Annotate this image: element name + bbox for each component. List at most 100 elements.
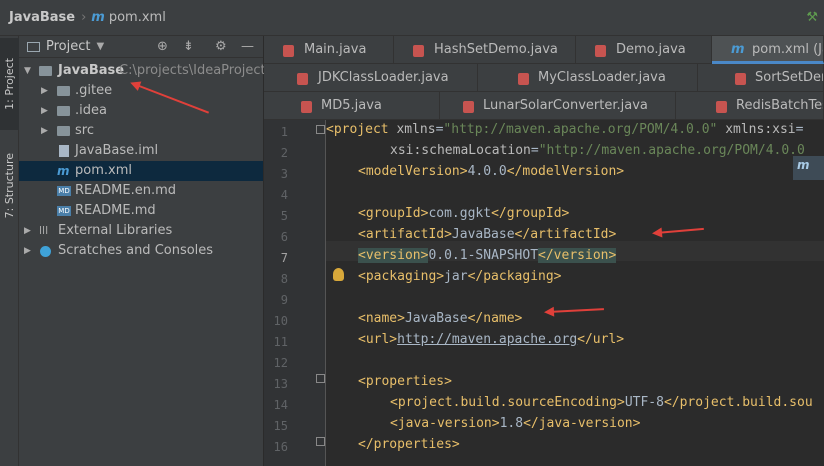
chevron-right-icon[interactable]: ▶ [24, 221, 31, 241]
code-line-14: <project.build.sourceEncoding>UTF-8</pro… [390, 395, 813, 410]
project-panel-toolbar: Project ▼ ⊕ ⇟ ⚙ — [19, 36, 263, 58]
fold-marker-icon[interactable] [316, 374, 325, 383]
breadcrumb-separator-icon: › [81, 10, 87, 25]
tree-item-label: src [75, 123, 94, 138]
tree-item-readme[interactable]: MD README.md [19, 201, 263, 221]
code-line-13: <properties> [358, 374, 452, 389]
chevron-down-icon[interactable]: ▼ [24, 61, 31, 81]
tab-md5-java[interactable]: MD5.java [264, 92, 440, 120]
line-number: 5 [280, 209, 288, 223]
code-token: 0.0.1-SNAPSHOT [428, 248, 539, 263]
tab-label: pom.xml (Ja [752, 42, 824, 57]
tree-item-label: pom.xml [75, 163, 132, 178]
tree-item-idea[interactable]: ▶ .idea [19, 101, 263, 121]
markdown-icon: MD [57, 206, 71, 216]
code-token: "http://maven.apache.org/POM/4.0.0" [443, 122, 718, 137]
tree-item-label: .gitee [75, 83, 113, 98]
tree-item-label: Scratches and Consoles [58, 243, 214, 258]
tab-hashsetdemo-java[interactable]: HashSetDemo.java [394, 36, 576, 64]
code-token: com.ggkt [428, 206, 492, 221]
gear-icon[interactable]: ⚙ [215, 39, 227, 54]
line-number: 9 [280, 293, 288, 307]
breadcrumb-project[interactable]: JavaBase [9, 10, 75, 25]
java-class-icon [518, 73, 529, 85]
tree-item-iml[interactable]: JavaBase.iml [19, 141, 263, 161]
line-number: 3 [280, 167, 288, 181]
code-line-16: </properties> [358, 437, 460, 452]
tree-root[interactable]: ▼ JavaBase C:\projects\IdeaProjects\ [19, 61, 277, 81]
scratches-icon [40, 246, 51, 257]
tab-sortsetdemo-java[interactable]: SortSetDem [698, 64, 824, 92]
code-editor[interactable]: 1 2 3 4 5 6 7 8 9 10 11 12 13 14 15 16 m… [264, 120, 824, 466]
left-tool-strip: 1: Project 7: Structure [0, 36, 19, 466]
project-tool-tab[interactable]: 1: Project [0, 38, 19, 130]
project-tool-tab-label: 1: Project [3, 58, 16, 110]
code-token: 1.8 [499, 416, 524, 431]
intention-bulb-icon[interactable] [333, 268, 344, 281]
line-number: 12 [273, 356, 288, 370]
tab-jdkclassloader-java[interactable]: JDKClassLoader.java [264, 64, 478, 92]
chevron-right-icon[interactable]: ▶ [41, 101, 48, 121]
tree-item-readme-en[interactable]: MD README.en.md [19, 181, 263, 201]
code-token: xmlns:xsi [725, 122, 796, 137]
tab-redisbatchtest-java[interactable]: RedisBatchTest [676, 92, 824, 120]
java-class-icon [297, 73, 308, 85]
tree-item-external-libraries[interactable]: ▶ lll External Libraries [19, 221, 263, 241]
tab-main-java[interactable]: Main.java [264, 36, 394, 64]
code-token: JavaBase [451, 227, 515, 242]
tree-item-label: README.en.md [75, 183, 176, 198]
java-class-icon [716, 101, 727, 113]
collapse-all-icon[interactable]: ⇟ [183, 39, 194, 54]
structure-tool-tab[interactable]: 7: Structure [0, 136, 19, 236]
root-path: C:\projects\IdeaProjects\ [119, 63, 277, 78]
java-class-icon [595, 45, 606, 57]
line-number: 8 [280, 272, 288, 286]
code-token: JavaBase [404, 311, 468, 326]
line-number: 10 [273, 314, 288, 328]
project-view-selector[interactable]: Project [46, 39, 90, 54]
code-token: xsi:schemaLocation [390, 143, 531, 158]
code-link[interactable]: http://maven.apache.org [397, 332, 577, 347]
chevron-right-icon[interactable]: ▶ [41, 81, 48, 101]
build-hammer-icon[interactable]: ⚒ [806, 10, 818, 25]
tab-label: RedisBatchTest [736, 98, 823, 113]
navigation-bar: JavaBase › m pom.xml ⚒ [0, 0, 824, 36]
tab-pom-xml[interactable]: m pom.xml (Ja [712, 36, 824, 64]
tree-item-src[interactable]: ▶ src [19, 121, 263, 141]
code-token: UTF-8 [624, 395, 664, 410]
tab-lunarsolarconverter-java[interactable]: LunarSolarConverter.java [440, 92, 676, 120]
fold-marker-icon[interactable] [316, 437, 325, 446]
hide-panel-icon[interactable]: — [241, 39, 254, 54]
folder-icon [57, 86, 70, 96]
breadcrumb-file[interactable]: pom.xml [109, 10, 166, 25]
chevron-right-icon[interactable]: ▶ [24, 241, 31, 261]
tab-label: MD5.java [321, 98, 382, 113]
fold-marker-icon[interactable] [316, 125, 325, 134]
line-number: 7 [280, 251, 288, 265]
tab-row: Main.java HashSetDemo.java Demo.java m po… [264, 36, 824, 64]
tab-label: LunarSolarConverter.java [483, 98, 648, 113]
maven-icon: m [57, 164, 70, 178]
locate-file-icon[interactable]: ⊕ [157, 39, 168, 54]
structure-tool-tab-label: 7: Structure [3, 153, 16, 219]
chevron-down-icon[interactable]: ▼ [96, 41, 104, 52]
line-number: 15 [273, 419, 288, 433]
chevron-right-icon[interactable]: ▶ [41, 121, 48, 141]
code-line-10: <name>JavaBase</name> [358, 311, 523, 326]
project-view-icon [27, 41, 40, 52]
java-class-icon [463, 101, 474, 113]
tab-label: SortSetDem [755, 70, 823, 85]
folder-icon [57, 126, 70, 136]
tree-item-gitee[interactable]: ▶ .gitee [19, 81, 263, 101]
tree-item-pom[interactable]: m pom.xml [19, 161, 263, 181]
java-class-icon [735, 73, 746, 85]
tab-myclassloader-java[interactable]: MyClassLoader.java [478, 64, 698, 92]
tree-item-scratches[interactable]: ▶ Scratches and Consoles [19, 241, 263, 261]
line-number: 14 [273, 398, 288, 412]
tab-row: MD5.java LunarSolarConverter.java RedisB… [264, 92, 824, 120]
folder-icon [57, 106, 70, 116]
tab-demo-java[interactable]: Demo.java [576, 36, 712, 64]
library-icon: lll [39, 224, 49, 237]
markdown-icon: MD [57, 186, 71, 196]
code-token: xmlns [396, 122, 436, 137]
